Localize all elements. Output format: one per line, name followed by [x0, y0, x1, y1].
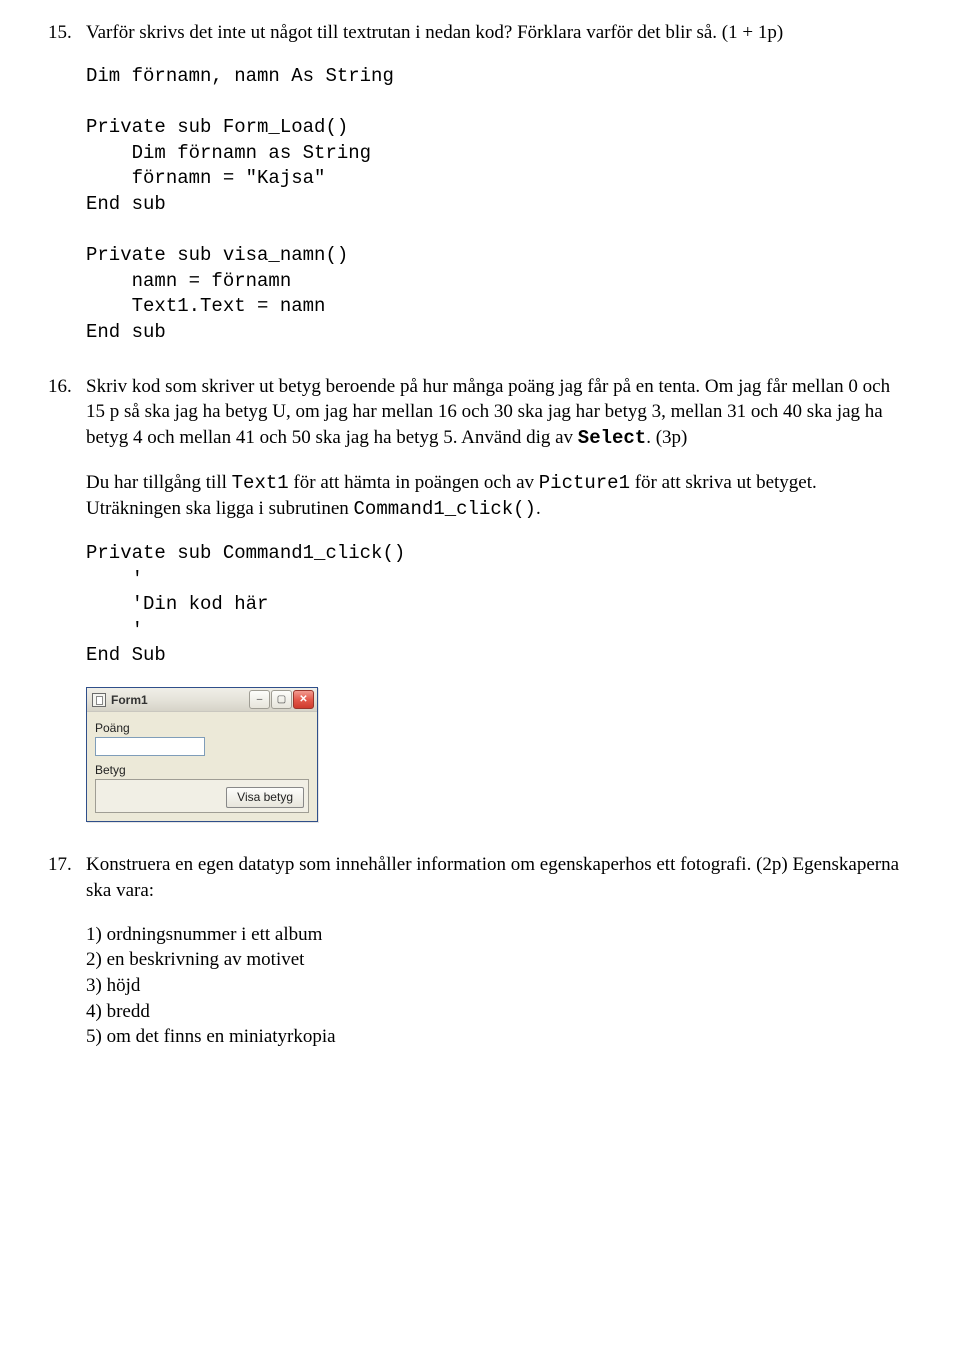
picture1-ref: Picture1: [539, 472, 630, 494]
q15-number: 15.: [48, 20, 86, 46]
close-button[interactable]: ✕: [293, 690, 314, 709]
question-17: 17. Konstruera en egen datatyp som inneh…: [48, 852, 912, 1049]
q15-code: Dim förnamn, namn As String Private sub …: [48, 64, 912, 346]
q16-para2b: för att hämta in poängen och av: [289, 472, 539, 493]
vb-titlebar: Form1 – ▢ ✕: [87, 688, 317, 712]
q17-list: 1) ordningsnummer i ett album 2) en besk…: [48, 922, 912, 1050]
question-15: 15. Varför skrivs det inte ut något till…: [48, 20, 912, 346]
q16-para1: Skriv kod som skriver ut betyg beroende …: [86, 374, 912, 452]
q16-code: Private sub Command1_click() ' 'Din kod …: [48, 541, 912, 669]
q15-text: Varför skrivs det inte ut något till tex…: [86, 20, 912, 46]
q17-head: 17. Konstruera en egen datatyp som inneh…: [48, 852, 912, 903]
question-16: 16. Skriv kod som skriver ut betyg beroe…: [48, 374, 912, 823]
label-betyg: Betyg: [95, 762, 309, 778]
window-buttons: – ▢ ✕: [249, 690, 314, 709]
q17-item-5: 5) om det finns en miniatyrkopia: [86, 1024, 912, 1050]
q16-para2: Du har tillgång till Text1 för att hämta…: [48, 470, 912, 523]
select-keyword: Select: [578, 427, 646, 449]
q17-item-1: 1) ordningsnummer i ett album: [86, 922, 912, 948]
q17-number: 17.: [48, 852, 86, 903]
q16-para2a: Du har tillgång till: [86, 472, 232, 493]
vb-form-preview: Form1 – ▢ ✕ Poäng Betyg Visa betyg: [86, 687, 318, 822]
minimize-button[interactable]: –: [249, 690, 270, 709]
q15-head: 15. Varför skrivs det inte ut något till…: [48, 20, 912, 46]
q16-head: 16. Skriv kod som skriver ut betyg beroe…: [48, 374, 912, 452]
q17-item-4: 4) bredd: [86, 999, 912, 1025]
input-poang[interactable]: [95, 737, 205, 756]
maximize-button[interactable]: ▢: [271, 690, 292, 709]
command1click-ref: Command1_click(): [354, 498, 536, 520]
visa-betyg-button[interactable]: Visa betyg: [226, 787, 304, 808]
picture-betyg: Visa betyg: [95, 779, 309, 813]
q16-number: 16.: [48, 374, 86, 452]
q16-para1a: Skriv kod som skriver ut betyg beroende …: [86, 376, 890, 448]
q17-text: Konstruera en egen datatyp som innehålle…: [86, 852, 912, 903]
q17-item-3: 3) höjd: [86, 973, 912, 999]
form-icon: [92, 693, 106, 707]
q16-para2d: .: [536, 498, 541, 519]
vb-title: Form1: [111, 692, 249, 708]
q16-para1b: . (3p): [646, 427, 687, 448]
label-poang: Poäng: [95, 720, 309, 736]
vb-client-area: Poäng Betyg Visa betyg: [87, 712, 317, 821]
q17-item-2: 2) en beskrivning av motivet: [86, 947, 912, 973]
text1-ref: Text1: [232, 472, 289, 494]
